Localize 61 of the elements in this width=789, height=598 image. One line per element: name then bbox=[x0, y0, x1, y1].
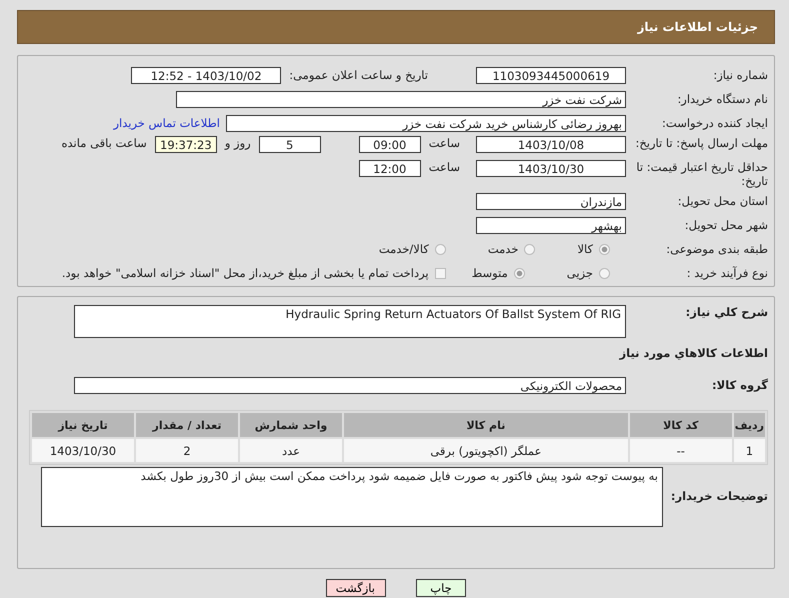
section-title: اطلاعات کالاهاي مورد نياز bbox=[620, 346, 769, 360]
field-label: استان محل تحویل: bbox=[676, 194, 769, 208]
column-header: ردیف bbox=[734, 413, 765, 437]
field-label: طبقه بندی موضوعی: bbox=[665, 242, 769, 256]
column-header: واحد شمارش bbox=[240, 413, 342, 437]
validity-date-field: 1403/10/30 bbox=[476, 160, 626, 177]
goods-group-field: محصولات الکترونیکی bbox=[74, 376, 626, 394]
description-field: Hydraulic Spring Return Actuators Of Ballst System Of RIG bbox=[74, 305, 626, 338]
field-label: توضیحات خریدار: bbox=[670, 489, 769, 503]
field-label: نوع فرآیند خرید : bbox=[686, 266, 769, 280]
back-button[interactable]: بازگشت bbox=[326, 579, 386, 597]
requester-field: بهروز رضائی کارشناس خرید شرکت نفت خزر bbox=[226, 114, 626, 132]
radio-label: خدمت bbox=[488, 242, 518, 256]
field-label: روز و bbox=[224, 136, 251, 150]
table-cell: 1403/10/30 bbox=[32, 439, 134, 462]
field-label: شهر محل تحویل: bbox=[684, 218, 769, 232]
buyer-notes-field: به پیوست توجه شود پیش فاکتور به صورت فایل ضمیمه شود پرداخت ممکن است بیش از 30روز طول بکشد bbox=[41, 467, 663, 527]
field-label: شماره نیاز: bbox=[712, 68, 769, 82]
radio-button[interactable] bbox=[434, 244, 446, 254]
field-label: حداقل تاریخ اعتبار قیمت: تا تاریخ: bbox=[635, 160, 769, 188]
buyer-org-field: شرکت نفت خزر bbox=[176, 90, 626, 108]
column-header: کد کالا bbox=[630, 413, 732, 437]
radio-button[interactable] bbox=[524, 244, 536, 254]
radio-button[interactable] bbox=[599, 268, 610, 278]
validity-time-field: 12:00 bbox=[358, 160, 421, 177]
radio-label: متوسط bbox=[472, 266, 508, 280]
province-field: مازندران bbox=[476, 192, 626, 210]
radio-button[interactable] bbox=[599, 244, 610, 254]
field-label: ساعت باقی مانده bbox=[62, 136, 147, 150]
reply-time-field: 09:00 bbox=[358, 136, 421, 153]
column-header: تعداد / مقدار bbox=[136, 413, 238, 437]
radio-label: جزیی bbox=[566, 266, 593, 280]
remaining-time-field: 19:37:23 bbox=[154, 136, 217, 153]
print-button[interactable]: چاپ bbox=[416, 579, 466, 597]
radio-label: کالا bbox=[577, 242, 593, 256]
checkbox[interactable] bbox=[434, 268, 446, 278]
field-label: ایجاد کننده درخواست: bbox=[661, 116, 769, 130]
need-number-field: 1103093445000619 bbox=[476, 66, 626, 84]
column-header: نام کالا bbox=[344, 413, 628, 437]
page-title: جزئیات اطلاعات نیاز bbox=[637, 20, 758, 34]
field-label: نام دستگاه خریدار: bbox=[676, 92, 769, 106]
table-cell: 1 bbox=[734, 439, 765, 462]
days-field: 5 bbox=[258, 136, 321, 153]
radio-label: کالا/خدمت bbox=[378, 242, 429, 256]
reply-date-field: 1403/10/08 bbox=[476, 136, 626, 153]
field-label: گروه کالا: bbox=[711, 378, 769, 392]
table-cell: -- bbox=[630, 439, 732, 462]
buyer-contact-link[interactable]: اطلاعات تماس خریدار bbox=[113, 116, 220, 130]
city-field: بهشهر bbox=[476, 216, 626, 234]
announce-date-field: 1403/10/02 - 12:52 bbox=[131, 66, 282, 84]
field-label: مهلت ارسال پاسخ: تا تاریخ: bbox=[634, 136, 769, 150]
table-cell: عملگر (اکچویتور) برقی bbox=[344, 439, 628, 462]
field-label: تاریخ و ساعت اعلان عمومی: bbox=[289, 68, 428, 82]
column-header: تاریخ نیاز bbox=[32, 413, 134, 437]
field-label: ساعت bbox=[428, 136, 460, 150]
table-cell: 2 bbox=[136, 439, 238, 462]
radio-button[interactable] bbox=[514, 268, 525, 278]
field-label: شرح کلي نياز: bbox=[684, 305, 769, 319]
table-cell: عدد bbox=[240, 439, 342, 462]
checkbox-label: پرداخت تمام یا بخشی از مبلغ خرید،از محل "اسناد خزانه اسلامی" خواهد بود. bbox=[62, 266, 429, 280]
field-label: ساعت bbox=[428, 160, 460, 174]
